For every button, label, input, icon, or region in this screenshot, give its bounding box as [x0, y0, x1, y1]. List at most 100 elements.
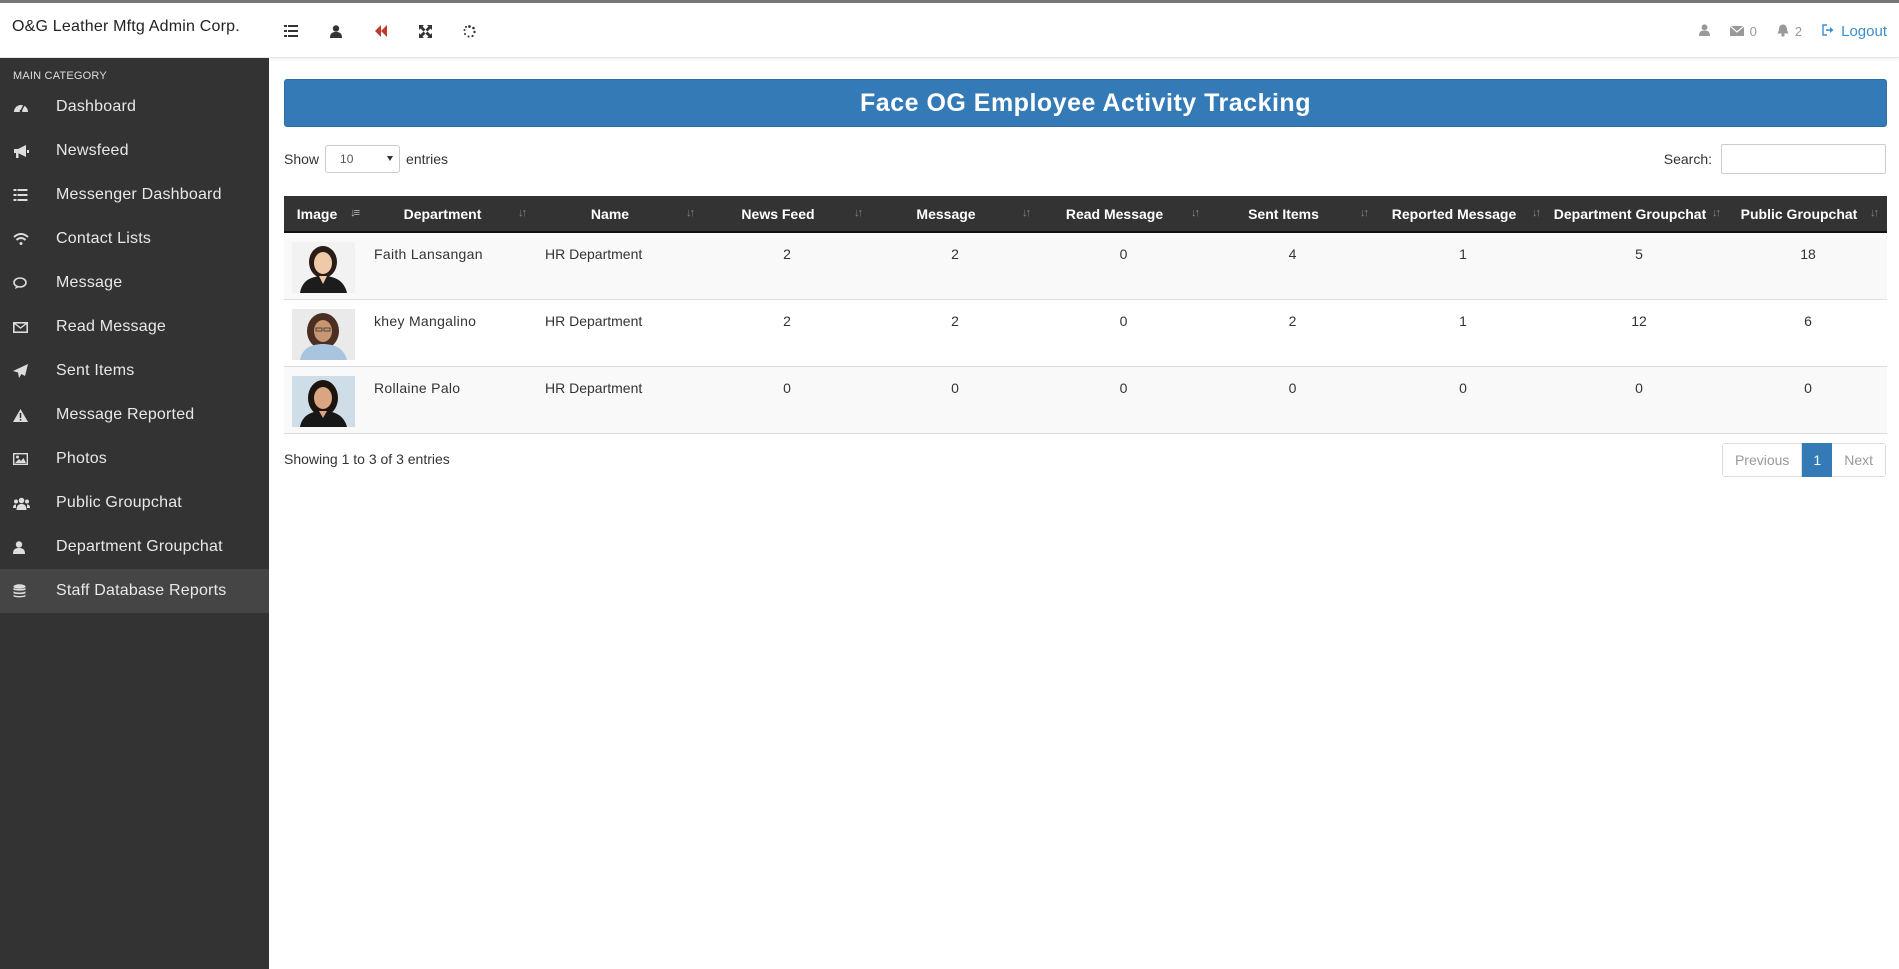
notifications-button[interactable]: 2: [1777, 24, 1802, 40]
column-header-sent-items[interactable]: Sent Items ↓↑: [1208, 196, 1377, 233]
dashboard-icon: [0, 101, 56, 113]
bell-icon: [1777, 24, 1789, 40]
spinner-icon[interactable]: [459, 21, 479, 41]
sort-icon: ↓↑: [1532, 207, 1541, 219]
table-row[interactable]: Faith Lansangan HR Department 2 2 0 4 1 …: [284, 232, 1887, 299]
profile-button[interactable]: [1698, 24, 1710, 39]
sort-icon: ↓↑: [518, 207, 527, 219]
cell-read-message: 0: [1119, 246, 1128, 262]
cell-read-message: 0: [1119, 379, 1128, 396]
cell-sent-items: 4: [1288, 246, 1297, 262]
warning-icon: [0, 408, 56, 422]
list-icon: [0, 189, 56, 201]
activity-table-wrapper: Image ↓≡ Department ↓↑ Name ↓↑ News Feed ↓↑ …: [284, 196, 1887, 434]
cell-reported-message: 0: [1459, 379, 1467, 396]
list-toggle-icon[interactable]: [281, 21, 301, 41]
fast-backward-icon[interactable]: [371, 21, 391, 41]
employee-photo: [292, 242, 355, 293]
image-icon: [0, 453, 56, 465]
table-row[interactable]: khey Mangalino HR Department 2 2 0 2 1 1…: [284, 299, 1887, 366]
sort-icon: ↓↑: [854, 207, 863, 219]
cell-message: 2: [951, 246, 959, 262]
wifi-icon: [0, 233, 56, 245]
user-icon[interactable]: [326, 21, 346, 41]
column-header-message[interactable]: Message ↓↑: [871, 196, 1039, 233]
panel-heading: Face OG Employee Activity Tracking: [284, 79, 1887, 127]
cell-department: HR Department: [545, 312, 643, 329]
column-header-name[interactable]: Name ↓↑: [535, 196, 703, 233]
entries-length-control: Show 10 entries: [284, 145, 448, 173]
bell-count: 2: [1794, 24, 1803, 39]
cell-read-message: 0: [1119, 312, 1128, 329]
cell-news-feed: 2: [783, 312, 791, 329]
employee-photo: [292, 375, 355, 427]
comments-icon: [0, 276, 56, 290]
sidebar-item-message[interactable]: Message: [0, 261, 269, 305]
cell-sent-items: 2: [1288, 312, 1297, 329]
cell-public-groupchat: 0: [1804, 379, 1812, 396]
next-page-button[interactable]: Next: [1832, 443, 1886, 477]
cell-name: khey Mangalino: [374, 312, 477, 329]
sidebar-item-photos[interactable]: Photos: [0, 437, 269, 481]
sidebar-item-messenger-dashboard[interactable]: Messenger Dashboard: [0, 173, 269, 217]
table-row[interactable]: Rollaine Palo HR Department 0 0 0 0 0 0 …: [284, 366, 1887, 433]
users-icon: [0, 497, 56, 510]
sort-icon: ↓↑: [1870, 207, 1879, 219]
sort-icon: ↓↑: [1712, 207, 1721, 219]
activity-table: Image ↓≡ Department ↓↑ Name ↓↑ News Feed ↓↑ …: [284, 196, 1887, 434]
column-header-department-groupchat[interactable]: Department Groupchat ↓↑: [1549, 196, 1729, 233]
cell-department: HR Department: [545, 246, 643, 262]
column-header-department[interactable]: Department ↓↑: [368, 196, 535, 233]
column-header-public-groupchat[interactable]: Public Groupchat ↓↑: [1729, 196, 1887, 233]
table-info: Showing 1 to 3 of 3 entries: [284, 451, 450, 467]
pagination: Previous 1 Next: [1721, 443, 1886, 477]
entries-select-value: 10: [340, 152, 354, 166]
paper-plane-icon: [0, 364, 56, 378]
column-header-news-feed[interactable]: News Feed ↓↑: [703, 196, 871, 233]
fullscreen-icon[interactable]: [415, 21, 435, 41]
table-search: Search:: [1664, 144, 1886, 174]
caret-down-icon: [387, 156, 394, 161]
sidebar-item-department-groupchat[interactable]: Department Groupchat: [0, 525, 269, 569]
sidebar-item-staff-database-reports[interactable]: Staff Database Reports: [0, 569, 269, 613]
column-header-reported-message[interactable]: Reported Message ↓↑: [1377, 196, 1549, 233]
sidebar-item-read-message[interactable]: Read Message: [0, 305, 269, 349]
sidebar-item-newsfeed[interactable]: Newsfeed: [0, 129, 269, 173]
sidebar-item-public-groupchat[interactable]: Public Groupchat: [0, 481, 269, 525]
entries-select[interactable]: 10: [325, 145, 401, 173]
brand-title[interactable]: O&G Leather Mftg Admin Corp.: [12, 18, 240, 36]
sidebar-item-message-reported[interactable]: Message Reported: [0, 393, 269, 437]
cell-department-groupchat: 12: [1631, 312, 1647, 329]
page-title: Face OG Employee Activity Tracking: [860, 88, 1311, 117]
cell-department-groupchat: 5: [1635, 246, 1643, 262]
cell-name: Faith Lansangan: [374, 246, 483, 262]
sidebar: MAIN CATEGORY Dashboard Newsfeed Messeng…: [0, 58, 269, 969]
employee-photo: [292, 308, 355, 360]
sidebar-item-contact-lists[interactable]: Contact Lists: [0, 217, 269, 261]
show-label: Show: [284, 151, 320, 167]
mail-count: 0: [1749, 24, 1757, 39]
sidebar-item-sent-items[interactable]: Sent Items: [0, 349, 269, 393]
envelope-icon: [1729, 24, 1745, 39]
previous-page-button[interactable]: Previous: [1721, 443, 1803, 477]
page-1-button[interactable]: 1: [1802, 443, 1833, 477]
logout-link[interactable]: Logout: [1822, 23, 1887, 40]
column-header-image[interactable]: Image ↓≡: [284, 196, 368, 233]
search-input[interactable]: [1721, 144, 1886, 174]
cell-message: 0: [951, 379, 959, 396]
envelope-icon: [0, 321, 56, 333]
logout-label: Logout: [1841, 23, 1887, 40]
sidebar-item-dashboard[interactable]: Dashboard: [0, 85, 269, 129]
messages-button[interactable]: 0: [1729, 24, 1757, 39]
sort-icon: ↓↑: [686, 207, 695, 219]
sign-out-icon: [1822, 23, 1835, 40]
cell-message: 2: [951, 312, 959, 329]
bullhorn-icon: [0, 144, 56, 158]
cell-reported-message: 1: [1459, 312, 1467, 329]
table-header-row: Image ↓≡ Department ↓↑ Name ↓↑ News Feed ↓↑ …: [284, 196, 1887, 233]
cell-name: Rollaine Palo: [374, 379, 461, 396]
cell-sent-items: 0: [1288, 379, 1297, 396]
database-icon: [0, 584, 56, 598]
column-header-read-message[interactable]: Read Message ↓↑: [1039, 196, 1208, 233]
cell-news-feed: 2: [783, 246, 791, 262]
